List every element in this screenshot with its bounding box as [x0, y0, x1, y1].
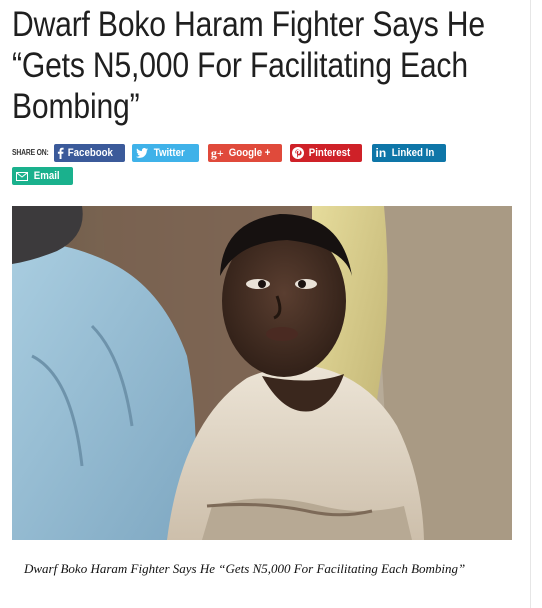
share-email-label: Email: [33, 170, 60, 182]
photo-caption: Dwarf Boko Haram Fighter Says He “Gets N…: [24, 561, 466, 576]
share-linkedin-button[interactable]: in Linked In: [372, 144, 446, 162]
page-edge: [530, 0, 542, 608]
twitter-icon: [132, 144, 152, 162]
share-google-plus-label: Google +: [228, 147, 271, 159]
share-linkedin-label: Linked In: [391, 147, 434, 159]
envelope-icon: [12, 167, 32, 185]
share-twitter-label: Twitter: [153, 147, 185, 159]
google-plus-icon: g+: [210, 145, 224, 160]
share-pinterest-label: Pinterest: [308, 147, 351, 159]
share-facebook-label: Facebook: [67, 147, 113, 159]
share-pinterest-button[interactable]: Pinterest: [290, 144, 362, 162]
article-photo: [12, 206, 512, 540]
pinterest-icon: [290, 144, 307, 162]
share-email-button[interactable]: Email: [12, 167, 73, 185]
linkedin-icon: in: [375, 146, 387, 160]
share-label: SHARE ON:: [12, 148, 49, 157]
share-google-plus-button[interactable]: g+ Google +: [208, 144, 282, 162]
share-twitter-button[interactable]: Twitter: [132, 144, 199, 162]
facebook-icon: [54, 144, 66, 162]
article-title: Dwarf Boko Haram Fighter Says He “Gets N…: [12, 5, 485, 126]
article-page: Dwarf Boko Haram Fighter Says He “Gets N…: [0, 0, 530, 608]
share-facebook-button[interactable]: Facebook: [54, 144, 125, 162]
